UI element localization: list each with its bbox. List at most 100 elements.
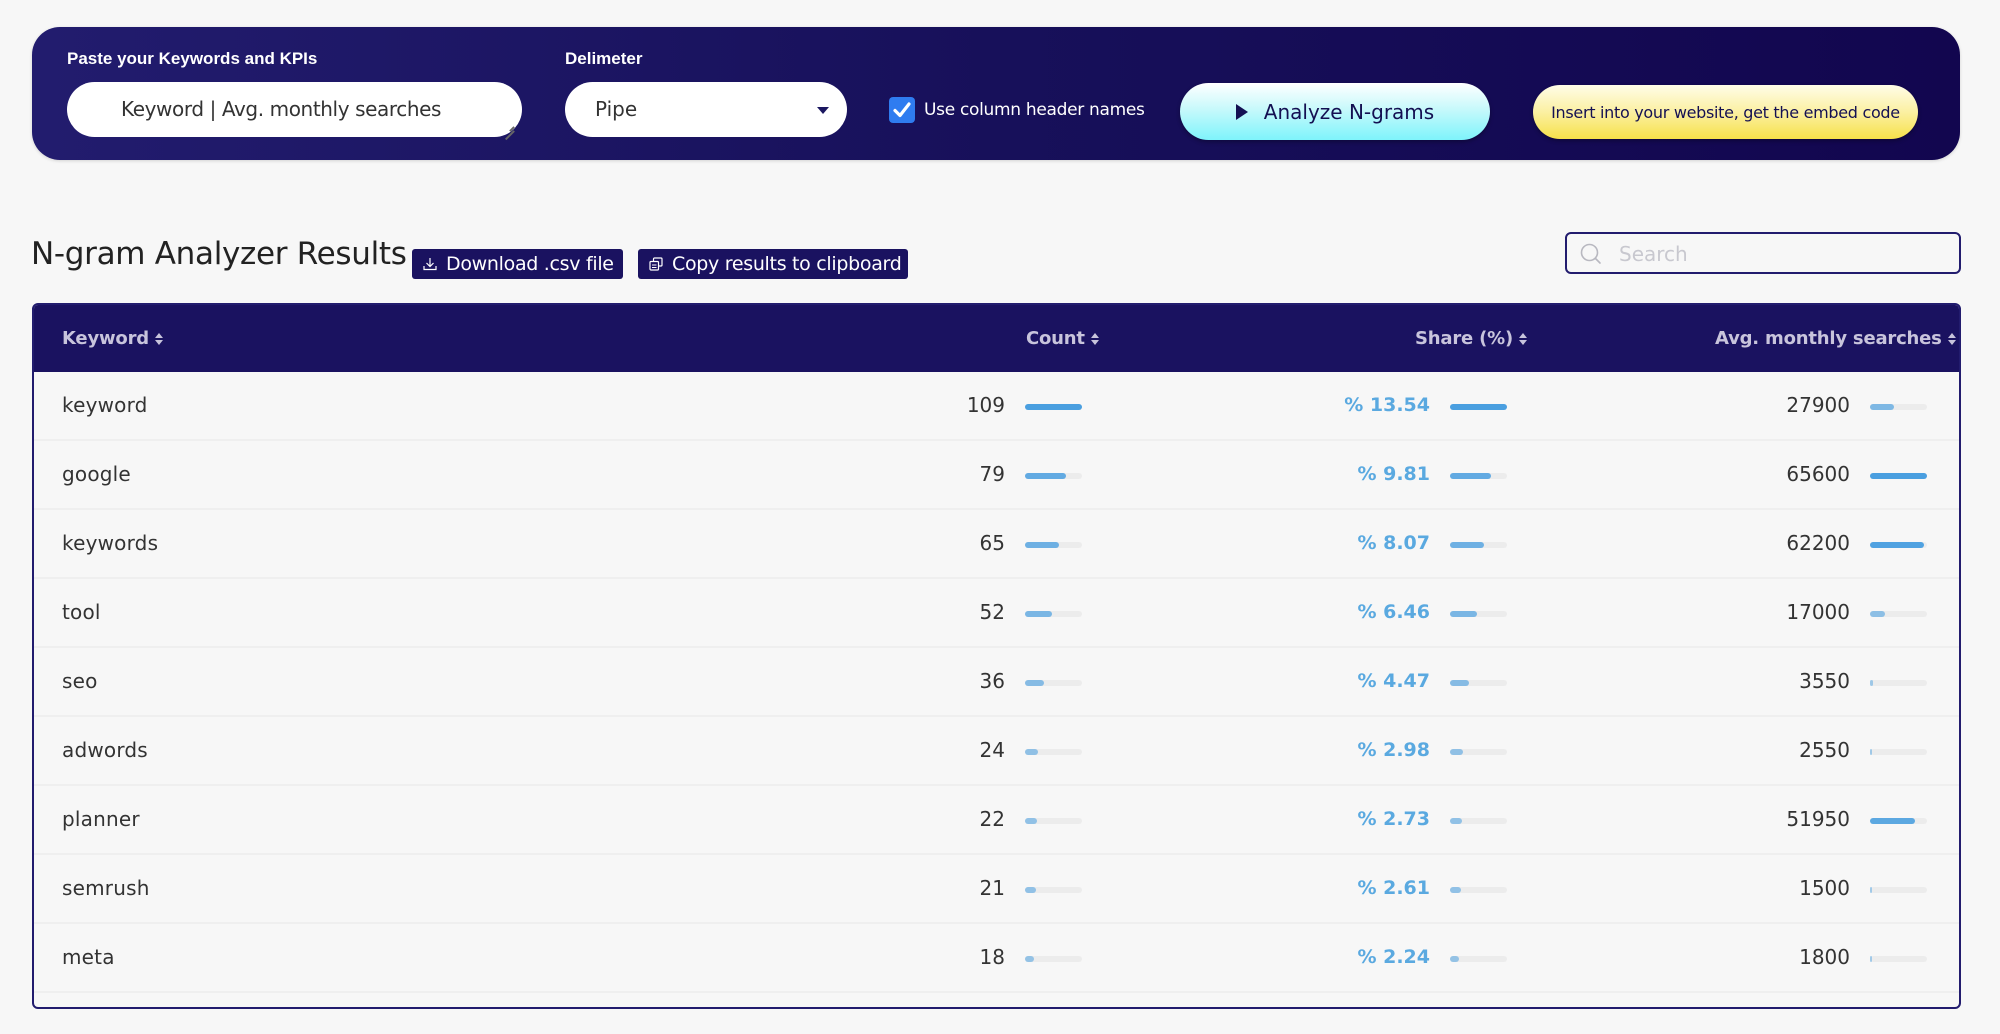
searches-bar	[1870, 611, 1927, 617]
embed-code-label: Insert into your website, get the embed …	[1551, 102, 1900, 122]
searches-bar-fill	[1870, 680, 1874, 686]
column-header-count-label: Count	[1026, 328, 1085, 349]
searches-bar	[1870, 542, 1927, 548]
table-row[interactable]: keywords 65 % 8.07 62200	[34, 510, 1959, 579]
count-cell: 36	[979, 669, 1005, 693]
download-csv-label: Download .csv file	[446, 253, 614, 275]
searches-bar-fill	[1870, 887, 1873, 893]
share-bar-fill	[1450, 749, 1463, 755]
searches-bar	[1870, 680, 1927, 686]
input-panel: Paste your Keywords and KPIs Keyword | A…	[32, 27, 1960, 160]
column-header-searches-label: Avg. monthly searches	[1715, 328, 1942, 349]
count-cell: 22	[979, 807, 1005, 831]
use-header-label[interactable]: Use column header names	[924, 97, 1145, 123]
table-header: Keyword Count Share (%) Avg. monthly sea…	[34, 305, 1959, 372]
share-cell: % 6.46	[1357, 601, 1430, 623]
searches-bar-fill	[1870, 542, 1925, 548]
searches-bar-fill	[1870, 473, 1927, 479]
table-row[interactable]: planner 22 % 2.73 51950	[34, 786, 1959, 855]
keyword-cell: planner	[62, 807, 140, 831]
count-bar	[1025, 611, 1082, 617]
copy-clipboard-button[interactable]: Copy results to clipboard	[638, 249, 908, 279]
searches-bar-fill	[1870, 749, 1873, 755]
table-row[interactable]: adwords 24 % 2.98 2550	[34, 717, 1959, 786]
keyword-cell: semrush	[62, 876, 150, 900]
table-row[interactable]: tool 52 % 6.46 17000	[34, 579, 1959, 648]
share-bar-fill	[1450, 404, 1507, 410]
count-bar-fill	[1025, 749, 1038, 755]
use-header-checkbox[interactable]	[889, 97, 915, 123]
share-cell: % 2.61	[1357, 877, 1430, 899]
share-bar-fill	[1450, 611, 1478, 617]
column-header-keyword[interactable]: Keyword	[62, 305, 163, 372]
column-header-searches[interactable]: Avg. monthly searches	[1715, 305, 1956, 372]
count-bar-fill	[1025, 473, 1067, 479]
share-cell: % 4.47	[1357, 670, 1430, 692]
sort-icon	[1518, 332, 1527, 345]
share-bar-fill	[1450, 542, 1484, 548]
share-bar	[1450, 887, 1507, 893]
caret-down-icon	[817, 107, 829, 114]
share-bar	[1450, 542, 1507, 548]
download-icon	[423, 258, 437, 271]
share-cell: % 8.07	[1357, 532, 1430, 554]
share-bar-fill	[1450, 887, 1461, 893]
share-bar	[1450, 611, 1507, 617]
count-bar	[1025, 680, 1082, 686]
search-input[interactable]	[1617, 234, 1951, 274]
column-header-keyword-label: Keyword	[62, 328, 149, 349]
results-table: Keyword Count Share (%) Avg. monthly sea…	[32, 303, 1961, 1009]
share-bar	[1450, 404, 1507, 410]
keywords-textarea[interactable]: Keyword | Avg. monthly searches	[67, 82, 522, 137]
table-row[interactable]: keyword 109 % 13.54 27900	[34, 372, 1959, 441]
count-cell: 21	[979, 876, 1005, 900]
table-row[interactable]: meta 18 % 2.24 1800	[34, 924, 1959, 993]
analyze-ngrams-button[interactable]: Analyze N-grams	[1180, 83, 1490, 140]
count-bar-fill	[1025, 956, 1035, 962]
resize-handle-icon[interactable]	[504, 123, 516, 133]
searches-bar-fill	[1870, 956, 1873, 962]
checkmark-icon	[893, 102, 911, 118]
searches-cell: 62200	[1786, 531, 1850, 555]
download-csv-button[interactable]: Download .csv file	[412, 249, 623, 279]
column-header-share[interactable]: Share (%)	[1415, 305, 1527, 372]
share-bar	[1450, 818, 1507, 824]
count-cell: 109	[966, 393, 1005, 417]
count-cell: 52	[979, 600, 1005, 624]
keyword-cell: adwords	[62, 738, 148, 762]
share-bar-fill	[1450, 818, 1462, 824]
search-icon	[1580, 243, 1601, 264]
searches-bar	[1870, 473, 1927, 479]
searches-bar	[1870, 404, 1927, 410]
table-row[interactable]: google 79 % 9.81 65600	[34, 441, 1959, 510]
keyword-cell: seo	[62, 669, 98, 693]
share-bar	[1450, 749, 1507, 755]
count-bar	[1025, 956, 1082, 962]
embed-code-button[interactable]: Insert into your website, get the embed …	[1533, 85, 1918, 139]
searches-cell: 1500	[1799, 876, 1850, 900]
delimiter-select[interactable]: Pipe	[565, 82, 847, 137]
column-header-count[interactable]: Count	[1026, 305, 1099, 372]
delimiter-label: Delimeter	[565, 49, 643, 68]
searches-cell: 2550	[1799, 738, 1850, 762]
count-bar	[1025, 818, 1082, 824]
table-row[interactable]: seo 36 % 4.47 3550	[34, 648, 1959, 717]
keyword-cell: keyword	[62, 393, 148, 417]
count-cell: 79	[979, 462, 1005, 486]
column-header-share-label: Share (%)	[1415, 328, 1513, 349]
keyword-cell: meta	[62, 945, 115, 969]
searches-cell: 1800	[1799, 945, 1850, 969]
share-cell: % 2.24	[1357, 946, 1430, 968]
analyze-ngrams-label: Analyze N-grams	[1263, 99, 1435, 124]
copy-icon	[649, 257, 663, 271]
copy-clipboard-label: Copy results to clipboard	[672, 253, 902, 275]
search-box[interactable]	[1565, 232, 1961, 274]
searches-cell: 51950	[1786, 807, 1850, 831]
count-bar-fill	[1025, 887, 1036, 893]
table-row[interactable]: semrush 21 % 2.61 1500	[34, 855, 1959, 924]
count-bar	[1025, 749, 1082, 755]
searches-bar-fill	[1870, 611, 1885, 617]
keyword-cell: tool	[62, 600, 101, 624]
searches-bar-fill	[1870, 404, 1895, 410]
keywords-label: Paste your Keywords and KPIs	[67, 49, 318, 68]
